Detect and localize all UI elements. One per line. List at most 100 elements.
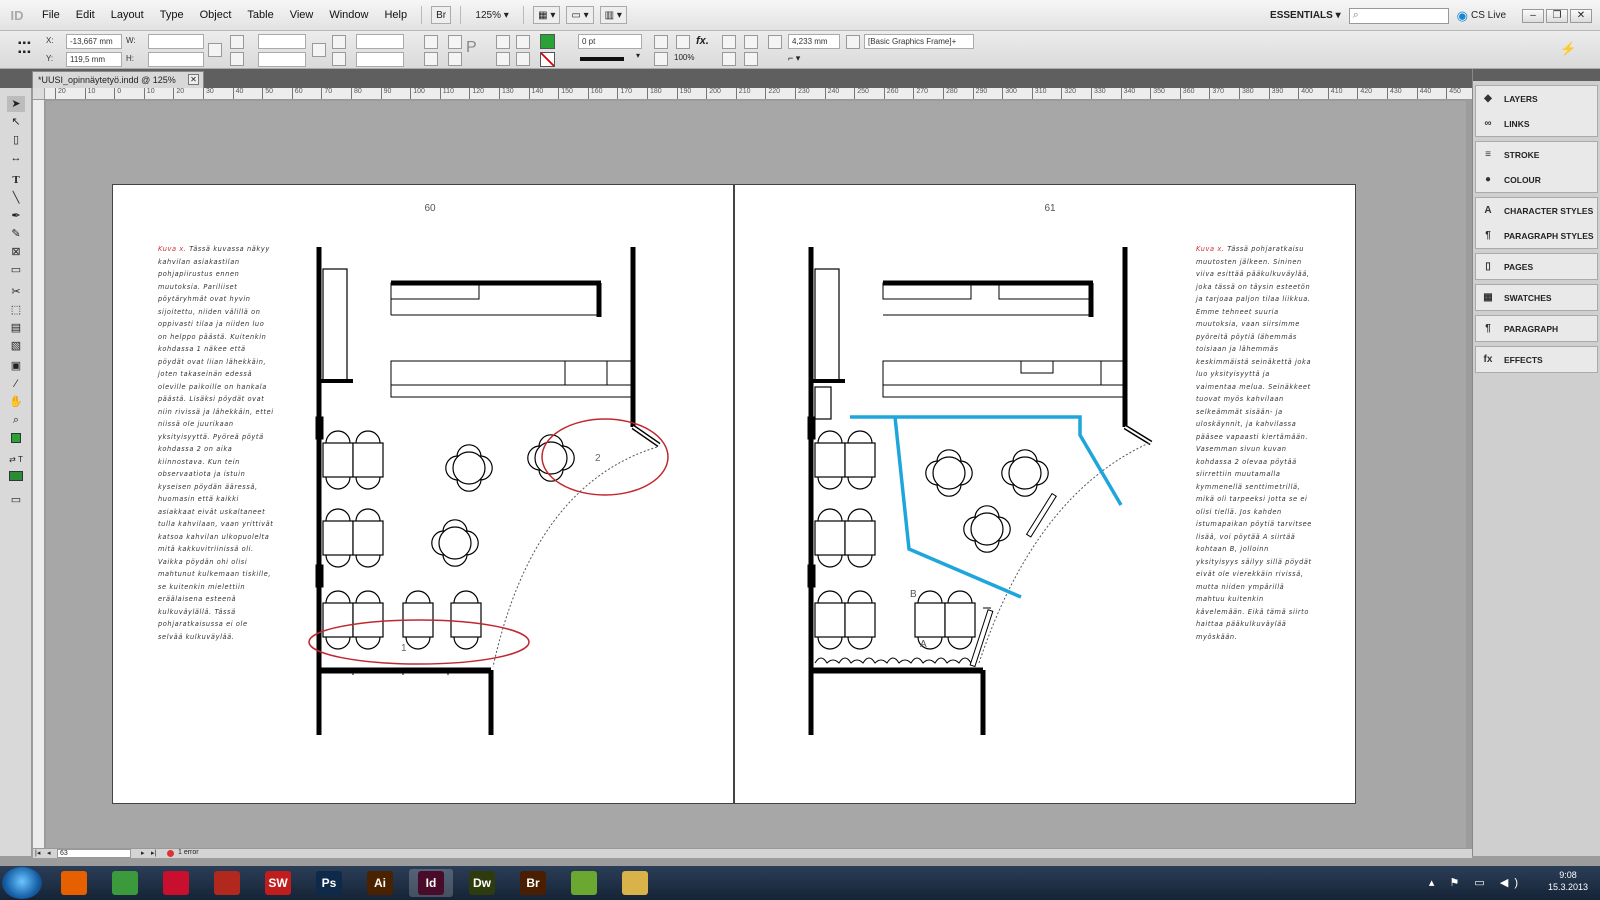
cs-live-button[interactable]: ◉ CS Live (1457, 8, 1506, 24)
vertical-ruler[interactable] (33, 100, 45, 848)
x-field[interactable]: -13,667 mm (66, 34, 122, 49)
panel-layers[interactable]: ◆ LAYERS (1476, 86, 1597, 111)
stroke-type-select[interactable]: ▾ (578, 51, 642, 64)
text-wrap-icon[interactable] (722, 35, 736, 49)
stroke-weight-field[interactable]: 0 pt (578, 34, 642, 49)
panel-links[interactable]: ∞ LINKS (1476, 111, 1597, 136)
constrain-proportions-icon[interactable] (208, 43, 222, 57)
shear-field[interactable] (356, 52, 404, 67)
scissors-tool-icon[interactable]: ✂ (7, 284, 25, 300)
bridge-button[interactable]: Br (431, 6, 452, 24)
select-container-icon[interactable] (496, 35, 510, 49)
taskbar-firefox[interactable] (52, 869, 96, 897)
free-transform-tool-icon[interactable]: ⬚ (7, 302, 25, 318)
taskbar-dreamweaver[interactable]: Dw (460, 869, 504, 897)
hand-tool-icon[interactable]: ✋ (7, 394, 25, 410)
taskbar-indesign[interactable]: Id (409, 869, 453, 897)
menu-file[interactable]: File (34, 9, 68, 21)
taskbar-chrome[interactable] (103, 869, 147, 897)
panel-effects[interactable]: fx EFFECTS (1476, 347, 1597, 372)
rectangle-frame-tool-icon[interactable]: ⊠ (7, 244, 25, 260)
gradient-feather-tool-icon[interactable]: ▧ (7, 338, 25, 354)
rotate-field[interactable] (356, 34, 404, 49)
pencil-tool-icon[interactable]: ✎ (7, 226, 25, 242)
taskbar-globe[interactable] (205, 869, 249, 897)
frame-fitting-icon[interactable] (768, 35, 782, 49)
menu-view[interactable]: View (282, 9, 322, 21)
first-page-button[interactable]: |◂ (35, 849, 40, 857)
opacity-field[interactable]: 100% (674, 53, 694, 62)
last-page-button[interactable]: ▸| (151, 849, 156, 857)
zoom-tool-icon[interactable]: ⌕ (7, 412, 25, 428)
select-content-icon[interactable] (496, 52, 510, 66)
view-options-button[interactable]: ▦ ▾ (533, 6, 561, 24)
screen-mode-icon[interactable]: ▭ (7, 492, 25, 508)
menu-window[interactable]: Window (321, 9, 376, 21)
quick-apply-icon[interactable]: ⚡ (1560, 41, 1576, 57)
taskbar-bridge[interactable]: Br (511, 869, 555, 897)
arrange-documents-button[interactable]: ▥ ▾ (599, 6, 627, 24)
panel-stroke[interactable]: ≡ STROKE (1476, 142, 1597, 167)
taskbar-photoshop[interactable]: Ps (307, 869, 351, 897)
panel-dock-header[interactable] (1473, 69, 1600, 81)
panel-character-styles[interactable]: A CHARACTER STYLES (1476, 198, 1597, 223)
object-style-select[interactable]: [Basic Graphics Frame]+ (864, 34, 974, 49)
zoom-select[interactable]: 125% ▾ (470, 6, 514, 24)
panel-pages[interactable]: ▯ PAGES (1476, 254, 1597, 279)
horizontal-ruler[interactable]: 20 10 0 10 20 30 40 50 60 70 80 90 100 110 120 130 140 15… (45, 88, 1472, 100)
w-field[interactable] (148, 34, 204, 49)
scale-y-field[interactable] (258, 52, 306, 67)
menu-help[interactable]: Help (376, 9, 415, 21)
select-previous-icon[interactable] (516, 35, 530, 49)
y-field[interactable]: 119,5 mm (66, 52, 122, 67)
line-tool-icon[interactable]: ╲ (7, 190, 25, 206)
align-justify-icon[interactable] (744, 52, 758, 66)
rotate-cw-icon[interactable] (424, 35, 438, 49)
fill-stroke-icon[interactable] (7, 432, 25, 448)
pen-tool-icon[interactable]: ✒ (7, 208, 25, 224)
flip-v-icon[interactable] (448, 52, 462, 66)
document-tab[interactable]: *UUSI_opinnäytetyö.indd @ 125% ✕ (32, 71, 204, 88)
gradient-tool-icon[interactable]: ▤ (7, 320, 25, 336)
taskbar-photo-booth[interactable] (154, 869, 198, 897)
scale-x-field[interactable] (258, 34, 306, 49)
panel-paragraph[interactable]: ¶ PARAGRAPH (1476, 316, 1597, 341)
eyedropper-tool-icon[interactable]: ⁄ (7, 376, 25, 392)
taskbar-explorer[interactable] (613, 869, 657, 897)
menu-layout[interactable]: Layout (103, 9, 152, 21)
selection-tool-icon[interactable]: ➤ (7, 96, 25, 112)
note-tool-icon[interactable]: ▣ (7, 358, 25, 374)
reference-point-icon[interactable]: ▪▪▪ ▪▪▪ (18, 39, 36, 58)
restore-button[interactable]: ❐ (1546, 8, 1568, 23)
rotate-ccw-icon[interactable] (448, 35, 462, 49)
preflight-status[interactable]: 1 error (178, 849, 199, 856)
menu-type[interactable]: Type (152, 9, 192, 21)
shadow-options-icon[interactable] (676, 35, 690, 49)
panel-paragraph-styles[interactable]: ¶ PARAGRAPH STYLES (1476, 223, 1597, 248)
close-window-button[interactable]: ✕ (1570, 8, 1592, 23)
gap-tool-icon[interactable]: ↔ (7, 150, 25, 166)
taskbar-shockwave[interactable]: SW (256, 869, 300, 897)
select-next-icon[interactable] (516, 52, 530, 66)
drop-shadow-icon[interactable] (654, 35, 668, 49)
page-tool-icon[interactable]: ▯ (7, 132, 25, 148)
workspace-switcher[interactable]: ESSENTIALS ▾ (1270, 10, 1341, 21)
panel-colour[interactable]: ● COLOUR (1476, 167, 1597, 192)
start-button[interactable] (2, 867, 42, 899)
menu-object[interactable]: Object (192, 9, 240, 21)
direct-selection-tool-icon[interactable]: ↖ (7, 114, 25, 130)
floor-plan-before[interactable]: 2 1 (113, 185, 735, 805)
reference-value-field[interactable]: 4,233 mm (788, 34, 840, 49)
align-center-icon[interactable] (722, 52, 736, 66)
tray-icons[interactable]: ▴ ⚑ ▭ ◀) (1429, 876, 1524, 889)
search-input[interactable]: ⌕ (1348, 7, 1449, 24)
h-field[interactable] (148, 52, 204, 67)
minimize-button[interactable]: – (1522, 8, 1544, 23)
close-tab-icon[interactable]: ✕ (188, 74, 199, 85)
prev-page-button[interactable]: ◂ (47, 849, 51, 857)
ruler-origin[interactable] (33, 88, 45, 100)
apply-color-icon[interactable] (7, 470, 25, 486)
panel-swatches[interactable]: ▦ SWATCHES (1476, 285, 1597, 310)
fill-swatch[interactable] (540, 34, 555, 49)
stroke-swatch[interactable] (540, 52, 555, 67)
